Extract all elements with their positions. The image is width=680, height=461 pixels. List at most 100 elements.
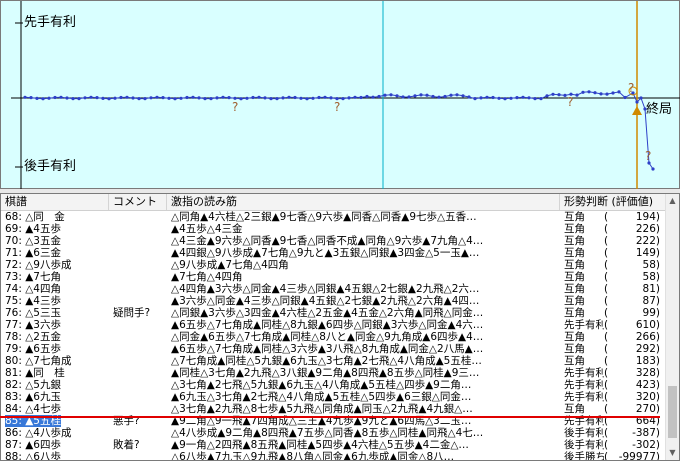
evaluation-point (401, 95, 405, 99)
table-row[interactable]: 77: ▲3六歩 ▲6五歩△7七角成▲同桂△8九銀▲6四歩△同銀▲3六歩△同金▲4… (1, 319, 667, 331)
row-move: 73: ▲7七角 (5, 271, 109, 283)
row-score-paren: ( (604, 211, 609, 223)
row-move: 87: ▲6四歩 (5, 439, 109, 451)
table-row[interactable]: 74: △4四角 △4四角▲3六歩△同金▲4三歩△同銀▲4五銀△2七銀▲2九飛△2… (1, 283, 667, 295)
row-move-text: 83: ▲6九玉 (5, 391, 61, 403)
evaluation-point (275, 97, 279, 101)
evaluation-point (443, 94, 447, 99)
table-row[interactable]: 81: ▲同 桂 ▲同桂△3七角▲2九飛△3八銀▲9二角▲8四飛▲8五歩△同桂▲9… (1, 367, 667, 379)
evaluation-point (71, 97, 75, 101)
table-row[interactable]: 79: ▲6五歩 ▲6五歩△7七角成▲同桂△3六歩▲3八飛△8九角成▲同金△2八馬… (1, 343, 667, 355)
evaluation-point (587, 90, 591, 94)
table-row[interactable]: 80: △7七角成 △7七角成▲同桂△5九銀▲6九玉△3七角▲2七飛△4八角成▲5… (1, 355, 667, 367)
move-list-rows: 68: △同 金 △同角▲4六桂△2三銀▲9七香△9六歩▲同香△同香▲9七歩△五香… (1, 211, 667, 461)
row-pv: △3七角▲2七飛△5九銀▲6九玉△4八角成▲5五桂△四歩▲9二角… (171, 379, 472, 391)
row-score: (222) (604, 235, 664, 247)
row-eval: 後手有利 (564, 427, 604, 439)
row-move-text: 70: △3五金 (5, 235, 61, 247)
row-pv: ▲4四銀△9八歩成▲7七角△9九と▲3五銀△同銀▲3四金△5一玉▲… (171, 247, 480, 259)
row-score-value: -99977) (618, 451, 660, 461)
evaluation-point (59, 95, 63, 99)
row-comment (113, 367, 167, 379)
table-row[interactable]: 71: ▲6三金 ▲4四銀△9八歩成▲7七角△9九と▲3五銀△同銀▲3四金△5一玉… (1, 247, 667, 259)
row-comment (113, 379, 167, 391)
move-list-panel[interactable]: 棋譜 コメント 激指の読み筋 形勢判断 (評価値) 68: △同 金 △同角▲4六… (0, 193, 680, 461)
table-row[interactable]: 75: ▲4三歩 ▲3六歩△同金▲4三歩△同銀▲4五銀△2七銀▲2九飛△2六角▲4… (1, 295, 667, 307)
row-score: (-387) (604, 427, 664, 439)
row-move: 79: ▲6五歩 (5, 343, 109, 355)
evaluation-point (299, 96, 303, 100)
row-eval: 互角 (564, 247, 585, 259)
row-comment (113, 427, 167, 439)
row-eval: 互角 (564, 211, 585, 223)
scroll-down-icon[interactable]: ▼ (666, 446, 679, 460)
evaluation-point (407, 95, 411, 99)
evaluation-point (53, 95, 57, 100)
graph-label-sente: 先手有利 (23, 15, 78, 30)
row-comment (113, 451, 167, 460)
row-pv: △4八歩成▲9二角▲8四飛▲7五歩△同香▲8五歩△同桂▲同飛△4七… (171, 427, 484, 439)
evaluation-point (191, 95, 195, 99)
row-score: (328) (604, 367, 664, 379)
evaluation-point (317, 95, 321, 100)
table-row[interactable]: 83: ▲6九玉 ▲6九玉△3七角▲2七飛△4八角成▲5五桂△5四歩▲6三銀△同金… (1, 391, 667, 403)
header-comment[interactable]: コメント (109, 194, 167, 210)
row-score: (320) (604, 391, 664, 403)
table-row[interactable]: 68: △同 金 △同角▲4六桂△2三銀▲9七香△9六歩▲同香△同香▲9七歩△五香… (1, 211, 667, 223)
row-eval: 後手有利 (564, 439, 604, 451)
row-move-text: 69: ▲4五歩 (5, 223, 61, 235)
table-row[interactable]: 78: △2五金 △同金▲6五歩△7七角成▲同桂△8八と▲同金△9九角成▲6四歩▲… (1, 331, 667, 343)
scrollbar-thumb[interactable] (668, 386, 677, 438)
evaluation-point (179, 96, 183, 100)
row-eval: 互角 (564, 259, 585, 271)
row-eval: 互角 (564, 403, 585, 415)
header-move[interactable]: 棋譜 (1, 194, 109, 210)
header-eval[interactable]: 形勢判断 (評価値) (560, 194, 667, 210)
evaluation-graph[interactable]: 先手有利 後手有利 終局 ? ? ? ? ? (0, 0, 680, 190)
evaluation-point (377, 94, 381, 99)
table-row[interactable]: 88: △6八歩 △6八歩▲7九玉△9九飛▲8八角△同金▲6九歩成▲同金△8八… 後… (1, 451, 667, 461)
row-score-value: 222) (635, 235, 660, 247)
table-row[interactable]: 72: △9八歩成 △9八歩成▲7七角△4四角 互角 (58) (1, 259, 667, 271)
evaluation-point (155, 95, 159, 99)
table-row[interactable]: 70: △3五金 △4三金▲9六歩△同香▲9七香△同香不成▲同角△9六歩▲7九角△… (1, 235, 667, 247)
table-row[interactable]: 86: △4八歩成 △4八歩成▲9二角▲8四飛▲7五歩△同香▲8五歩△同桂▲同飛△… (1, 427, 667, 439)
table-row[interactable]: 73: ▲7七角 ▲7七角△4四角 互角 (58) (1, 271, 667, 283)
evaluation-point (227, 96, 231, 100)
evaluation-point (467, 95, 471, 99)
row-eval: 互角 (564, 271, 585, 283)
table-row[interactable]: 69: ▲4五歩 ▲4五歩△4三金 互角 (226) (1, 223, 667, 235)
vertical-scrollbar[interactable]: ▲ ▼ (665, 194, 679, 460)
row-score-paren: ( (604, 451, 609, 461)
header-pv[interactable]: 激指の読み筋 (167, 194, 560, 210)
row-move-text: 82: △5九銀 (5, 379, 61, 391)
row-score: (87) (604, 295, 664, 307)
row-move: 84: △4七歩 (5, 403, 109, 415)
row-eval: 互角 (564, 235, 585, 247)
row-comment (113, 271, 167, 283)
table-row[interactable]: 84: △4七歩 △3七角▲2九飛△8七歩▲5九飛△同角成▲同玉△2九飛▲4九銀△… (1, 403, 667, 415)
evaluation-point (509, 96, 513, 100)
row-eval: 互角 (564, 307, 585, 319)
evaluation-point (161, 96, 165, 100)
row-move: 76: △5三玉 (5, 307, 109, 319)
table-row[interactable]: 76: △5三玉 疑問手? △同銀▲3六歩△3四金▲4六桂△2五金▲4五金△2六角▲… (1, 307, 667, 319)
row-comment (113, 331, 167, 343)
row-eval: 互角 (564, 223, 585, 235)
row-score-value: 328) (635, 367, 660, 379)
table-row[interactable]: 87: ▲6四歩 敗着? ▲9一角△2四飛▲8五飛▲同桂▲5四歩▲4六桂△5五歩▲4… (1, 439, 667, 451)
row-move-text: 74: △4四角 (5, 283, 61, 295)
evaluation-point (353, 95, 357, 99)
row-score-value: 87) (642, 295, 660, 307)
table-row[interactable]: 82: △5九銀 △3七角▲2七飛△5九銀▲6九玉△4八角成▲5五桂△四歩▲9二角… (1, 379, 667, 391)
row-comment (113, 259, 167, 271)
row-move: 78: △2五金 (5, 331, 109, 343)
evaluation-point (551, 92, 555, 96)
evaluation-point (617, 90, 621, 94)
evaluation-point (413, 94, 417, 98)
scroll-up-icon[interactable]: ▲ (666, 194, 679, 208)
row-move: 72: △9八歩成 (5, 259, 109, 271)
evaluation-point (209, 97, 213, 101)
evaluation-point (371, 95, 375, 99)
row-score-value: 270) (635, 403, 660, 415)
